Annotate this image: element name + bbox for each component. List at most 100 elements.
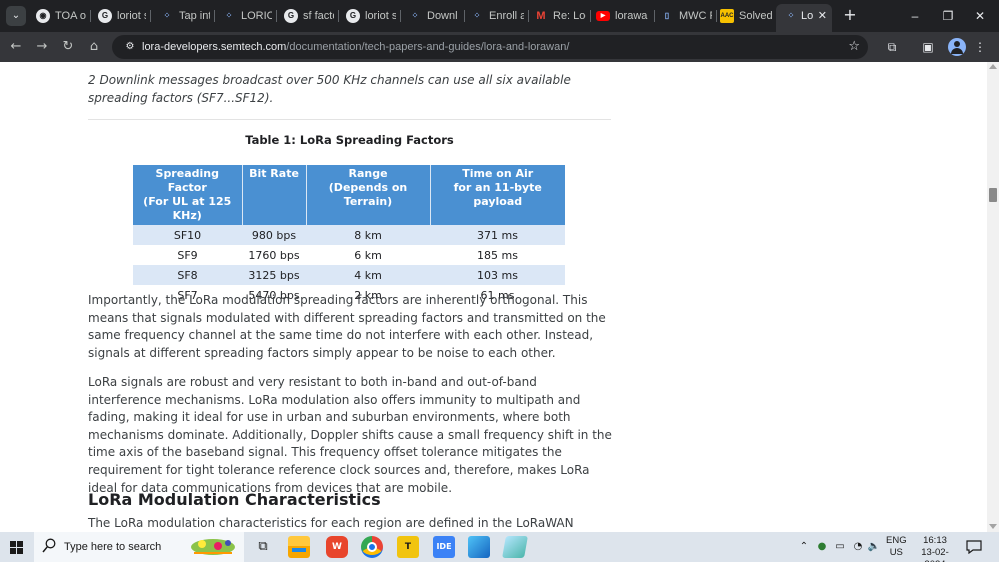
tab-separator xyxy=(90,10,91,22)
semtech-icon: ⁘ xyxy=(473,11,481,20)
wifi-icon[interactable]: ◔ xyxy=(851,540,865,554)
file-explorer-icon[interactable] xyxy=(288,536,310,558)
chrome-icon[interactable] xyxy=(361,536,383,558)
column-header-line1: Spreading Factor xyxy=(155,167,219,194)
column-header: Spreading Factor (For UL at 125 KHz) xyxy=(133,165,243,225)
column-header-line2: for an 11-byte payload xyxy=(453,181,542,208)
menu-kebab-icon[interactable]: ⋮ xyxy=(970,37,990,57)
tab-6[interactable]: G loriot s xyxy=(346,4,396,28)
tab-separator xyxy=(338,10,339,22)
tab-separator xyxy=(400,10,401,22)
tab-title: loriot s xyxy=(117,10,146,22)
footnote: 2 Downlink messages broadcast over 500 K… xyxy=(88,73,571,105)
reload-icon[interactable]: ↻ xyxy=(58,37,78,57)
paragraph-orthogonality: Importantly, the LoRa modulation spreadi… xyxy=(88,293,606,360)
table-row: SF9 1760 bps 6 km 185 ms xyxy=(133,245,565,265)
taskbar-search-box[interactable]: Type here to search xyxy=(34,532,244,562)
notification-icon[interactable] xyxy=(966,540,982,554)
doc-icon: ▯ xyxy=(664,11,670,20)
back-arrow-icon[interactable]: ← xyxy=(6,37,26,57)
close-window-button[interactable]: ✕ xyxy=(970,6,990,26)
search-highlight-icon xyxy=(191,539,235,555)
tab-1[interactable]: ◉ TOA of xyxy=(36,4,86,28)
task-view-icon[interactable]: ⧉ xyxy=(252,536,274,558)
show-hidden-icons-chevron-icon[interactable]: ⌃ xyxy=(797,540,811,554)
tab-3[interactable]: ⁘ Tap int xyxy=(160,4,210,28)
tab-11[interactable]: ▯ MWC F xyxy=(660,4,712,28)
new-tab-button[interactable]: + xyxy=(843,5,857,25)
table-cell: SF9 xyxy=(133,245,242,265)
side-panel-icon[interactable]: ▣ xyxy=(918,37,938,57)
divider xyxy=(88,119,611,120)
tab-separator xyxy=(150,10,151,22)
web-page: 2 Downlink messages broadcast over 500 K… xyxy=(0,62,987,532)
tab-separator xyxy=(214,10,215,22)
site-info-icon[interactable]: ⚙ xyxy=(122,39,138,55)
tab-7[interactable]: ⁘ Downl xyxy=(408,4,460,28)
tab-active[interactable]: ⁘ Lo ✕ xyxy=(776,4,832,32)
language-code: ENG xyxy=(886,535,907,546)
profile-avatar-icon[interactable] xyxy=(948,38,966,56)
clock-time: 16:13 xyxy=(923,535,947,546)
typora-icon[interactable]: T xyxy=(397,536,419,558)
section-heading: LoRa Modulation Characteristics xyxy=(88,490,381,509)
column-header-line1: Time on Air xyxy=(462,167,534,180)
app-icon[interactable] xyxy=(502,536,528,558)
paint-icon[interactable] xyxy=(468,536,490,558)
scroll-up-arrow-icon[interactable] xyxy=(989,64,997,69)
tab-title: Tap int xyxy=(179,10,210,22)
tab-9[interactable]: M Re: Loc xyxy=(534,4,586,28)
battery-icon[interactable]: ▭ xyxy=(833,540,847,554)
column-header-line2: (Depends on Terrain) xyxy=(328,181,408,208)
forward-arrow-icon[interactable]: → xyxy=(32,37,52,57)
spreading-factor-table: Spreading Factor (For UL at 125 KHz) Bit… xyxy=(133,165,565,305)
security-shield-icon[interactable]: ● xyxy=(815,540,829,554)
search-placeholder: Type here to search xyxy=(64,541,162,553)
tab-separator xyxy=(590,10,591,22)
minimize-button[interactable]: – xyxy=(905,6,925,26)
tab-10[interactable]: ▶ lorawa xyxy=(596,4,650,28)
table-cell: 6 km xyxy=(306,245,430,265)
close-tab-icon[interactable]: ✕ xyxy=(818,4,827,28)
scroll-down-arrow-icon[interactable] xyxy=(989,524,997,529)
google-icon: G xyxy=(284,9,298,23)
tab-8[interactable]: ⁘ Enroll a xyxy=(470,4,524,28)
volume-icon[interactable]: 🔈 xyxy=(867,540,881,554)
table-cell: 1760 bps xyxy=(242,245,306,265)
column-header-line1: Range xyxy=(348,167,388,180)
tab-title: lorawa xyxy=(615,10,648,22)
tab-separator xyxy=(276,10,277,22)
table-cell: 980 bps xyxy=(242,225,306,245)
table-cell: SF10 xyxy=(133,225,242,245)
tab-title: loriot s xyxy=(365,10,396,22)
extensions-icon[interactable]: ⧉ xyxy=(882,37,902,57)
restore-button[interactable]: ❐ xyxy=(938,6,958,26)
youtube-icon: ▶ xyxy=(596,11,610,21)
url-text[interactable]: lora-developers.semtech.com/documentatio… xyxy=(142,35,569,59)
table-cell: SF8 xyxy=(133,265,242,285)
bookmark-star-icon[interactable]: ☆ xyxy=(848,35,860,59)
tab-12[interactable]: AAC Solved xyxy=(720,4,772,28)
column-header: Time on Air for an 11-byte payload xyxy=(430,165,565,225)
system-clock[interactable]: 16:13 13-02-2024 xyxy=(913,535,957,562)
semtech-icon: ⁘ xyxy=(411,11,419,20)
brave-browser-icon[interactable]: W xyxy=(326,536,348,558)
url-path: /documentation/tech-papers-and-guides/lo… xyxy=(286,41,570,53)
home-icon[interactable]: ⌂ xyxy=(84,37,104,57)
scroll-thumb[interactable] xyxy=(989,188,997,202)
gmail-icon: M xyxy=(536,10,546,22)
tab-4[interactable]: ⁘ LORIOT xyxy=(222,4,272,28)
table-row: SF8 3125 bps 4 km 103 ms xyxy=(133,265,565,285)
tab-2[interactable]: G loriot s xyxy=(98,4,146,28)
language-indicator[interactable]: ENG US xyxy=(886,535,907,559)
column-header-line2: (For UL at 125 KHz) xyxy=(143,195,232,222)
all-about-circuits-icon: AAC xyxy=(720,9,734,23)
tab-5[interactable]: G sf facto xyxy=(284,4,334,28)
vertical-scrollbar[interactable] xyxy=(987,62,999,532)
url-host: lora-developers.semtech.com xyxy=(142,41,287,53)
tab-title: LORIOT xyxy=(241,10,272,22)
ide-icon[interactable]: IDE xyxy=(433,536,455,558)
tab-search-chevron-icon[interactable]: ⌄ xyxy=(6,6,26,26)
windows-start-icon[interactable] xyxy=(10,541,23,554)
address-bar[interactable]: ⚙ lora-developers.semtech.com/documentat… xyxy=(112,35,868,59)
